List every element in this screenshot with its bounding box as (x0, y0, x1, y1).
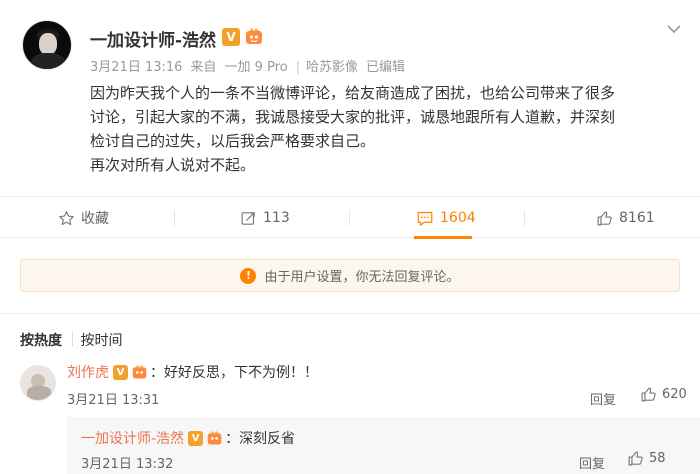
reply-text: 深刻反省 (239, 431, 296, 447)
favorite-label: 收藏 (81, 211, 109, 227)
active-tab-indicator (414, 236, 472, 239)
action-divider (174, 210, 175, 226)
post-timestamp[interactable]: 3月21日 13:16 (90, 60, 182, 75)
comment-item: 刘作虎 V ： 好好反思，下不为例！！ (67, 362, 318, 382)
chevron-down-icon[interactable] (666, 22, 682, 36)
vip-badge-icon (246, 28, 262, 44)
verified-badge-icon: V (188, 430, 204, 446)
avatar-shape (27, 386, 51, 400)
comment-text: 好好反思，下不为例！！ (164, 365, 318, 381)
post-text-line: 检讨自己的过失，以后我会严格要求自己。 (90, 132, 376, 150)
reply-like-button[interactable]: 58 (627, 450, 666, 467)
reply-colon: ： (225, 431, 240, 447)
post-text-line: 再次对所有人说对不起。 (90, 156, 256, 174)
comment-time: 3月21日 13:31 (67, 393, 160, 408)
reply-button[interactable]: 回复 (579, 453, 605, 472)
post-edited[interactable]: 已编辑 (366, 60, 405, 75)
warning-icon: ! (240, 267, 257, 284)
verified-badge-icon: V (222, 28, 240, 46)
vip-badge-icon (132, 364, 147, 378)
post-source-prefix: 来自 (190, 60, 217, 75)
avatar-body (31, 53, 65, 69)
notice-text: 由于用户设置，你无法回复评论。 (264, 270, 460, 285)
reply-button[interactable]: 回复 (590, 389, 616, 408)
comment-sort-tabs: 按热度 按时间 (20, 330, 122, 350)
comment-count: 1604 (440, 210, 476, 226)
avatar-face (39, 33, 57, 55)
thumbs-up-icon (641, 387, 656, 402)
reply-item: 一加设计师-浩然 V ： 深刻反省 (81, 428, 295, 448)
post-text-line: 讨论，引起大家的不满，我诚恳接受大家的批评，诚恳地跟所有人道歉，并深刻 (90, 108, 616, 126)
author-avatar[interactable] (22, 20, 72, 70)
divider (0, 313, 700, 314)
reply-like-count: 58 (649, 451, 666, 466)
comment-like-button[interactable]: 620 (640, 386, 687, 403)
reply-time: 3月21日 13:32 (81, 457, 174, 472)
tab-sort-by-time[interactable]: 按时间 (72, 330, 122, 350)
post-body: 因为昨天我个人的一条不当微博评论，给友商造成了困扰，也给公司带来了很多 讨论，引… (90, 81, 686, 177)
commenter-avatar[interactable] (20, 365, 56, 401)
comment-author[interactable]: 刘作虎 (67, 362, 109, 382)
weibo-post: 一加设计师-浩然 V 3月21日 13:16 来自 一加 9 Pro | 哈苏影像 已编辑… (0, 0, 700, 474)
comment-colon: ： (150, 365, 164, 381)
like-button[interactable]: 8161 (596, 197, 655, 239)
tab-sort-by-hot[interactable]: 按热度 (20, 330, 62, 350)
meta-separator: | (295, 60, 300, 75)
comment-button[interactable]: 1604 (416, 197, 476, 239)
repost-button[interactable]: 113 (240, 197, 290, 239)
verified-badge-icon: V (113, 364, 128, 380)
reply-author[interactable]: 一加设计师-浩然 (81, 428, 184, 448)
action-divider (349, 210, 350, 226)
favorite-button[interactable]: 收藏 (58, 197, 109, 239)
vip-badge-icon (207, 430, 222, 444)
post-text-line: 因为昨天我个人的一条不当微博评论，给友商造成了困扰，也给公司带来了很多 (90, 84, 616, 102)
comment-icon (417, 211, 433, 226)
nested-reply: 一加设计师-浩然 V ： 深刻反省 3月21日 13:32 回复 58 (67, 417, 700, 474)
post-device[interactable]: 一加 9 Pro (224, 60, 287, 75)
repost-icon (241, 211, 255, 225)
post-camera: 哈苏影像 (306, 60, 359, 75)
repost-count: 113 (263, 210, 290, 226)
thumbs-up-icon (628, 451, 643, 466)
like-count: 8161 (619, 210, 655, 226)
star-icon (59, 210, 74, 225)
reply-restricted-notice: ! 由于用户设置，你无法回复评论。 (20, 259, 680, 292)
comment-like-count: 620 (662, 387, 687, 402)
thumbs-up-icon (597, 211, 612, 225)
action-bar: 收藏 113 1604 8161 (0, 196, 700, 239)
author-name[interactable]: 一加设计师-浩然 (90, 26, 216, 51)
action-divider (524, 210, 525, 226)
post-meta: 3月21日 13:16 来自 一加 9 Pro | 哈苏影像 已编辑 (90, 56, 413, 75)
